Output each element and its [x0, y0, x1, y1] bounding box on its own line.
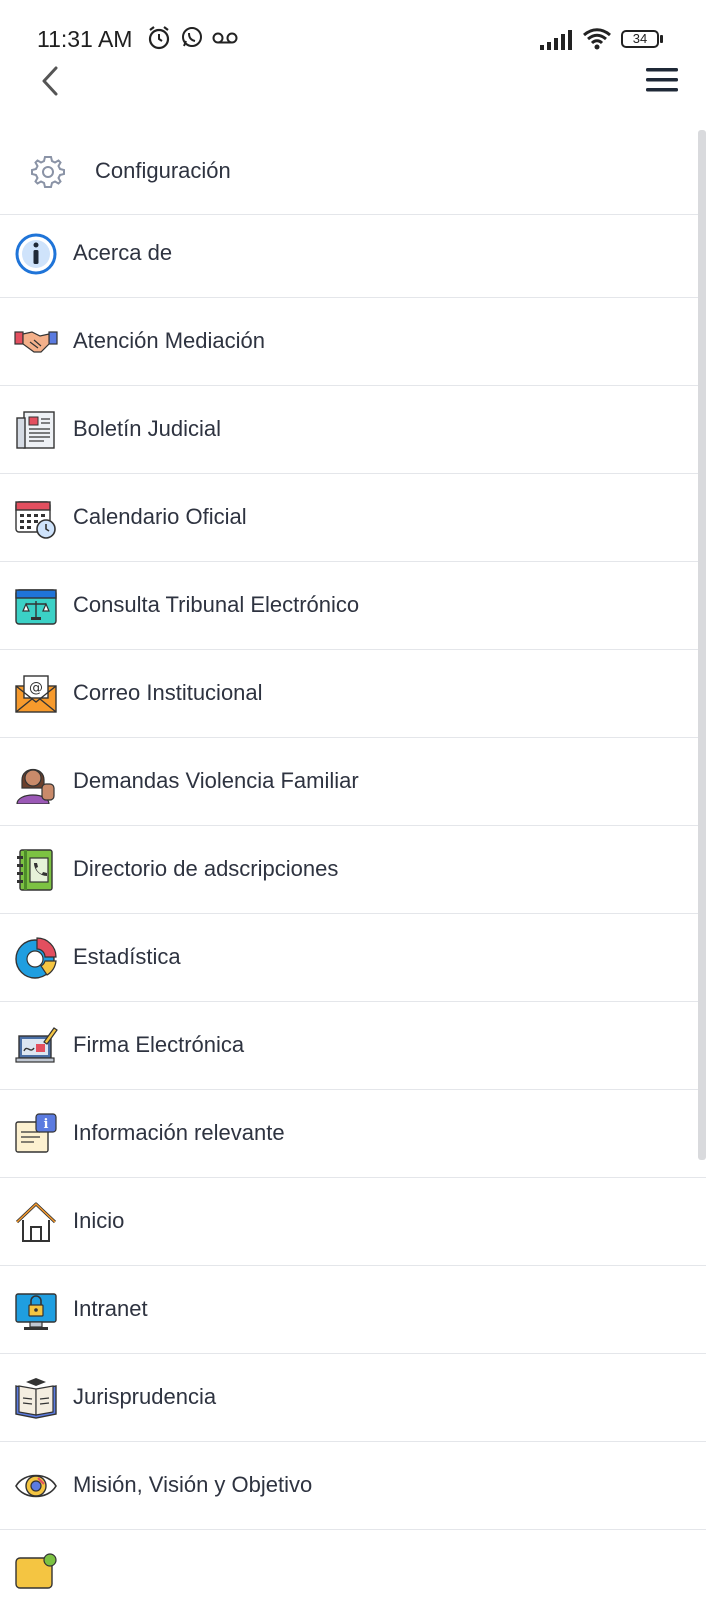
mail-icon: @: [15, 675, 57, 713]
handshake-icon: [14, 331, 58, 353]
chevron-left-icon: [42, 66, 58, 96]
battery-level: 34: [632, 31, 648, 46]
svg-text:i: i: [44, 1117, 49, 1132]
voicemail-icon: [212, 32, 238, 44]
monitor-lock-icon: [15, 1293, 57, 1330]
menu-item-label: Firma Electrónica: [73, 1032, 245, 1057]
next-item-icon: [15, 1553, 57, 1589]
menu-item-boletin-judicial[interactable]: Boletín Judicial: [0, 386, 706, 474]
wifi-icon: [583, 28, 611, 50]
whatsapp-icon: [182, 27, 202, 47]
menu-item-estadistica[interactable]: Estadística: [0, 914, 706, 1002]
scales-calendar-icon: [15, 589, 57, 625]
menu-item-label: Jurisprudencia: [73, 1384, 217, 1409]
menu-item-label: Información relevante: [73, 1120, 285, 1145]
menu-item-label: Atención Mediación: [73, 328, 266, 353]
alarm-icon: [148, 26, 170, 50]
menu-item-label: Intranet: [73, 1296, 148, 1321]
menu-item-label: Calendario Oficial: [73, 504, 247, 529]
battery-icon: 34: [621, 30, 659, 48]
menu-item-jurisprudencia[interactable]: Jurisprudencia: [0, 1354, 706, 1442]
svg-text:@: @: [29, 680, 43, 696]
menu-item-correo-institucional[interactable]: @ Correo Institucional: [0, 650, 706, 738]
menu-item-label: Correo Institucional: [73, 680, 263, 705]
menu-item-label: Acerca de: [73, 240, 173, 265]
info-document-icon: i: [15, 1113, 57, 1153]
menu-item-directorio[interactable]: Directorio de adscripciones: [0, 826, 706, 914]
menu-item-consulta-tribunal[interactable]: Consulta Tribunal Electrónico: [0, 562, 706, 650]
menu-item-informacion-relevante[interactable]: i Información relevante: [0, 1090, 706, 1178]
menu-item-label: Consulta Tribunal Electrónico: [73, 592, 360, 617]
menu-item-label: Inicio: [73, 1208, 125, 1233]
menu-item-label: Misión, Visión y Objetivo: [73, 1472, 313, 1497]
calendar-clock-icon: [15, 501, 56, 539]
scrollbar[interactable]: [698, 130, 706, 1160]
menu-item-label: Configuración: [95, 158, 231, 183]
menu-item-configuracion[interactable]: Configuración: [0, 130, 706, 215]
law-book-icon: [15, 1378, 57, 1419]
status-time: 11:31 AM: [37, 26, 133, 52]
menu-item-acerca-de[interactable]: Acerca de: [0, 210, 706, 298]
menu-item-label: Boletín Judicial: [73, 416, 221, 441]
laptop-signature-icon: [15, 1027, 58, 1063]
menu-item-inicio[interactable]: Inicio: [0, 1178, 706, 1266]
menu-item-partial[interactable]: [0, 1530, 706, 1617]
battery-tip: [660, 35, 663, 43]
newspaper-icon: [16, 411, 55, 449]
menu-item-firma-electronica[interactable]: Firma Electrónica: [0, 1002, 706, 1090]
menu-item-label: Estadística: [73, 944, 181, 969]
menu-item-intranet[interactable]: Intranet: [0, 1266, 706, 1354]
phonebook-icon: [17, 849, 53, 891]
home-icon: [15, 1202, 57, 1242]
gear-icon: [31, 156, 65, 188]
menu-item-demandas-violencia[interactable]: Demandas Violencia Familiar: [0, 738, 706, 826]
eye-icon: [15, 1474, 57, 1498]
woman-stop-icon: [16, 768, 55, 804]
menu-button[interactable]: [644, 64, 684, 98]
pie-chart-icon: [15, 937, 57, 979]
menu-item-label: Demandas Violencia Familiar: [73, 768, 359, 793]
hamburger-menu-icon: [646, 68, 678, 92]
menu-item-mision-vision[interactable]: Misión, Visión y Objetivo: [0, 1442, 706, 1530]
info-icon: [15, 233, 57, 275]
menu-item-label: Directorio de adscripciones: [73, 856, 339, 881]
menu-item-atencion-mediacion[interactable]: Atención Mediación: [0, 298, 706, 386]
status-bar: 11:31 AM 34: [0, 0, 720, 60]
back-button[interactable]: [32, 62, 68, 102]
menu-item-calendario-oficial[interactable]: Calendario Oficial: [0, 474, 706, 562]
signal-strength-icon: [540, 30, 572, 50]
